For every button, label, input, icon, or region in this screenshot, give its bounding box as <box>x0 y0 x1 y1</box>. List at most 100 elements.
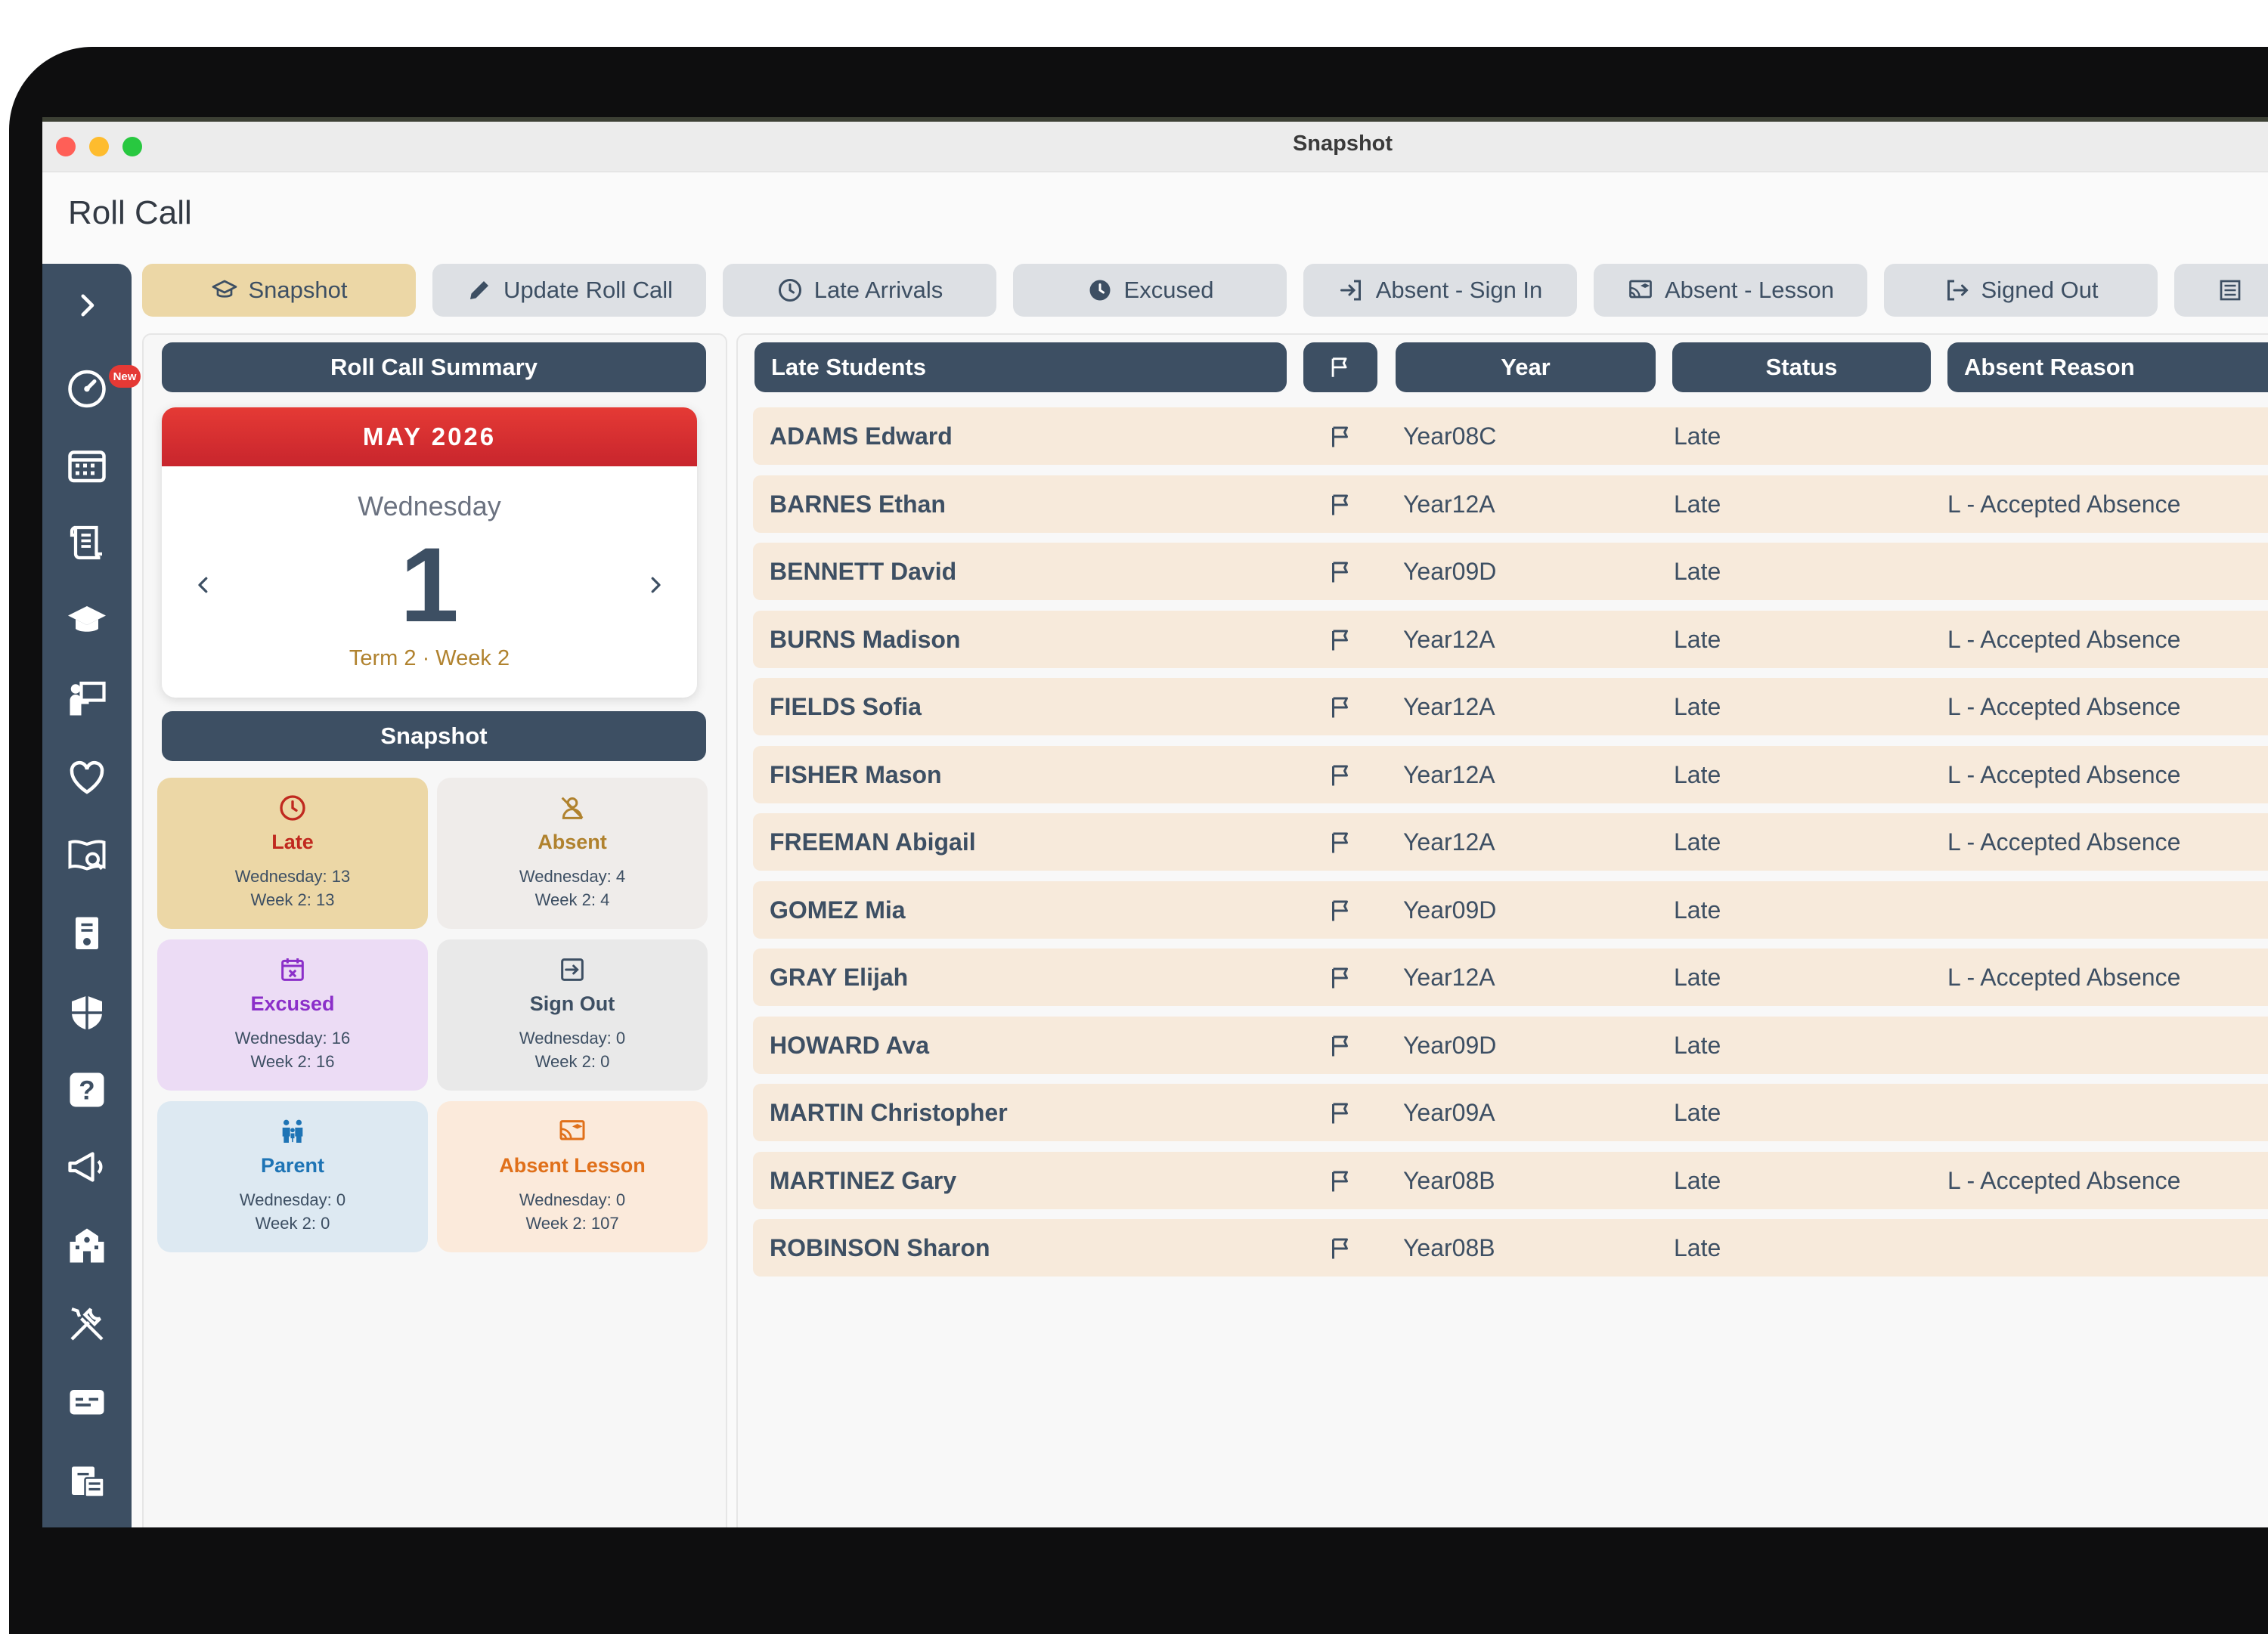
table-row[interactable]: HOWARD Ava Year09D Late <box>753 1016 2268 1074</box>
flag-icon[interactable] <box>1328 1100 1355 1127</box>
window-title: Snapshot <box>1292 132 1393 156</box>
calculator-calendar-icon[interactable] <box>60 1453 113 1506</box>
year-cell: Year09D <box>1403 558 1497 585</box>
shield-icon[interactable] <box>60 986 113 1039</box>
megaphone-icon[interactable] <box>60 1140 113 1193</box>
column-header-absent-reason[interactable]: Absent Reason <box>1947 342 2268 392</box>
person-off-icon <box>561 797 584 819</box>
table-row[interactable]: ROBINSON Sharon Year08B Late <box>753 1219 2268 1277</box>
book-search-icon[interactable] <box>60 829 113 882</box>
calendar-grid-icon[interactable] <box>60 439 113 492</box>
chevron-right-icon[interactable] <box>60 279 113 332</box>
calendar-weekday: Wednesday <box>358 491 501 521</box>
flag-icon[interactable] <box>1328 491 1355 518</box>
table-row[interactable]: FIELDS Sofia Year12A Late L - Accepted Abse… <box>753 678 2268 735</box>
tab-update-roll-call[interactable]: Update Roll Call <box>432 264 706 317</box>
id-card-icon[interactable] <box>60 1375 113 1428</box>
status-cell: Late <box>1674 828 1721 856</box>
student-name: MARTIN Christopher <box>770 1099 1008 1126</box>
flag-icon[interactable] <box>1328 627 1355 654</box>
dashboard-gauge-icon[interactable]: New <box>60 361 141 413</box>
sidebar: New ? <box>42 264 141 1527</box>
tab-snapshot[interactable]: Snapshot <box>142 264 416 317</box>
svg-text:?: ? <box>79 1076 94 1106</box>
chevron-right-icon <box>651 577 661 593</box>
student-name: FREEMAN Abigail <box>770 828 976 856</box>
table-row[interactable]: BURNS Madison Year12A Late L - Accepted Abs… <box>753 610 2268 668</box>
column-header-status[interactable]: Status <box>1672 342 1931 392</box>
status-cell: Late <box>1674 760 1721 788</box>
tab-label: Late Arrivals <box>813 277 943 303</box>
absent-reason-cell: L - Accepted Absence <box>1947 625 2181 653</box>
table-row[interactable]: BARNES Ethan Year12A Late L - Accepted Abse… <box>753 475 2268 533</box>
flag-icon[interactable] <box>1328 829 1355 856</box>
tab-late-arrivals[interactable]: Late Arrivals <box>723 264 996 317</box>
tab-absent-lesson[interactable]: Absent - Lesson <box>1594 264 1867 317</box>
absent-card[interactable]: Absent Wednesday: 4 Week 2: 4 <box>437 778 708 929</box>
flag-icon[interactable] <box>1328 762 1355 789</box>
next-day-button[interactable] <box>637 566 674 604</box>
year-cell: Year12A <box>1403 625 1495 653</box>
absent-reason-cell: L - Accepted Absence <box>1947 828 2181 856</box>
close-window-button[interactable] <box>56 137 76 156</box>
status-cell: Late <box>1674 693 1721 720</box>
year-cell: Year08B <box>1403 1166 1495 1194</box>
status-cell: Late <box>1674 964 1721 991</box>
flag-icon[interactable] <box>1328 964 1355 992</box>
family-icon <box>282 1119 303 1143</box>
calendar-month: MAY 2026 <box>162 407 697 466</box>
zoom-window-button[interactable] <box>122 137 142 156</box>
status-cell: Late <box>1674 1031 1721 1059</box>
flag-icon[interactable] <box>1328 423 1355 450</box>
tab-excused[interactable]: Excused <box>1013 264 1287 317</box>
year-cell: Year12A <box>1403 760 1495 788</box>
table-row[interactable]: GRAY Elijah Year12A Late L - Accepted Absen… <box>753 949 2268 1006</box>
document-person-icon[interactable] <box>60 908 113 961</box>
tools-icon[interactable] <box>60 1298 113 1351</box>
sign-out-card[interactable]: Sign Out Wednesday: 0 Week 2: 0 <box>437 939 708 1091</box>
card-day-count: Wednesday: 13 <box>234 867 351 886</box>
column-header-student[interactable]: Late Students <box>754 342 1287 392</box>
table-row[interactable]: GOMEZ Mia Year09D Late <box>753 880 2268 939</box>
column-header-flag[interactable] <box>1303 342 1377 392</box>
flag-icon[interactable] <box>1328 1168 1355 1195</box>
graduation-cap-icon <box>212 280 237 298</box>
absent-reason-cell: L - Accepted Absence <box>1947 1166 2181 1194</box>
late-card[interactable]: Late Wednesday: 13 Week 2: 13 <box>157 778 428 929</box>
table-row[interactable]: ADAMS Edward Year08C Late <box>753 407 2268 465</box>
flag-icon[interactable] <box>1328 1032 1355 1060</box>
absent-lesson-card[interactable]: Absent Lesson Wednesday: 0 Week 2: 107 <box>437 1101 708 1252</box>
table-row[interactable]: MARTIN Christopher Year09A Late <box>753 1084 2268 1141</box>
teacher-board-icon[interactable] <box>60 672 113 725</box>
tab-signed-out[interactable]: Signed Out <box>1884 264 2158 317</box>
flag-icon[interactable] <box>1328 1235 1355 1262</box>
table-row[interactable]: FREEMAN Abigail Year12A Late L - Accepted A… <box>753 813 2268 871</box>
parent-card[interactable]: Parent Wednesday: 0 Week 2: 0 <box>157 1101 428 1252</box>
flag-icon[interactable] <box>1328 694 1355 721</box>
tab-label: Absent - Lesson <box>1664 277 1835 303</box>
card-day-count: Wednesday: 0 <box>519 1190 626 1209</box>
year-cell: Year08B <box>1403 1234 1495 1261</box>
minimize-window-button[interactable] <box>89 137 109 156</box>
school-building-icon[interactable] <box>60 1219 113 1272</box>
tab-absent-sign-in[interactable]: Absent - Sign In <box>1303 264 1577 317</box>
excused-card[interactable]: Excused Wednesday: 16 Week 2: 16 <box>157 939 428 1091</box>
flag-icon[interactable] <box>1328 897 1355 924</box>
student-name: BENNETT David <box>770 558 957 585</box>
heart-icon[interactable] <box>60 750 113 803</box>
tab-list[interactable] <box>2174 264 2268 317</box>
previous-day-button[interactable] <box>184 566 222 604</box>
sign-in-icon <box>1340 280 1361 301</box>
card-title: Late <box>271 831 314 853</box>
flag-icon[interactable] <box>1328 559 1355 586</box>
help-question-icon[interactable]: ? <box>60 1063 113 1116</box>
scroll-icon[interactable] <box>60 516 113 569</box>
table-row[interactable]: FISHER Mason Year12A Late L - Accepted Abse… <box>753 745 2268 803</box>
table-row[interactable]: BENNETT David Year09D Late <box>753 543 2268 600</box>
card-week-count: Week 2: 13 <box>250 890 335 909</box>
absent-reason-cell: L - Accepted Absence <box>1947 693 2181 720</box>
graduation-cap-icon[interactable] <box>60 595 113 648</box>
table-row[interactable]: MARTINEZ Gary Year08B Late L - Accepted Abs… <box>753 1151 2268 1209</box>
flag-icon <box>1331 357 1347 377</box>
column-header-year[interactable]: Year <box>1396 342 1656 392</box>
